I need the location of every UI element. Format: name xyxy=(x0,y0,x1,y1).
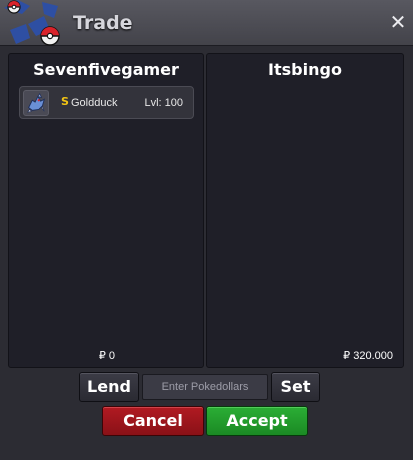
offered-pokemon-item[interactable]: S Goldduck Lvl: 100 xyxy=(19,86,194,119)
shiny-badge-icon: S xyxy=(61,95,69,108)
trade-window: Trade ✕ Sevenfivegamer S Goldduck Lvl: 1… xyxy=(0,0,413,460)
pokeball-logo-icon xyxy=(4,0,60,46)
pokemon-name: Goldduck xyxy=(71,97,118,109)
accept-button[interactable]: Accept xyxy=(206,406,308,436)
set-button[interactable]: Set xyxy=(271,372,320,402)
window-title: Trade xyxy=(73,12,133,34)
golduck-sprite-icon xyxy=(27,93,46,113)
lend-button[interactable]: Lend xyxy=(79,372,139,402)
title-bar[interactable]: Trade ✕ xyxy=(0,0,413,46)
partner-money-amount: ₽ 320.000 xyxy=(343,350,393,362)
partner-player-name: Itsbingo xyxy=(268,60,342,79)
my-money-amount: ₽ 0 xyxy=(98,350,115,362)
partner-offer-panel: Itsbingo ₽ 320.000 xyxy=(206,53,404,368)
my-player-name: Sevenfivegamer xyxy=(33,60,179,79)
close-icon[interactable]: ✕ xyxy=(389,12,407,32)
pokemon-level: Lvl: 100 xyxy=(144,97,183,109)
pokemon-sprite xyxy=(23,90,49,116)
my-offer-panel: Sevenfivegamer S Goldduck Lvl: 100 ₽ 0 xyxy=(8,53,204,368)
pokedollars-input[interactable] xyxy=(142,374,268,400)
cancel-button[interactable]: Cancel xyxy=(102,406,204,436)
